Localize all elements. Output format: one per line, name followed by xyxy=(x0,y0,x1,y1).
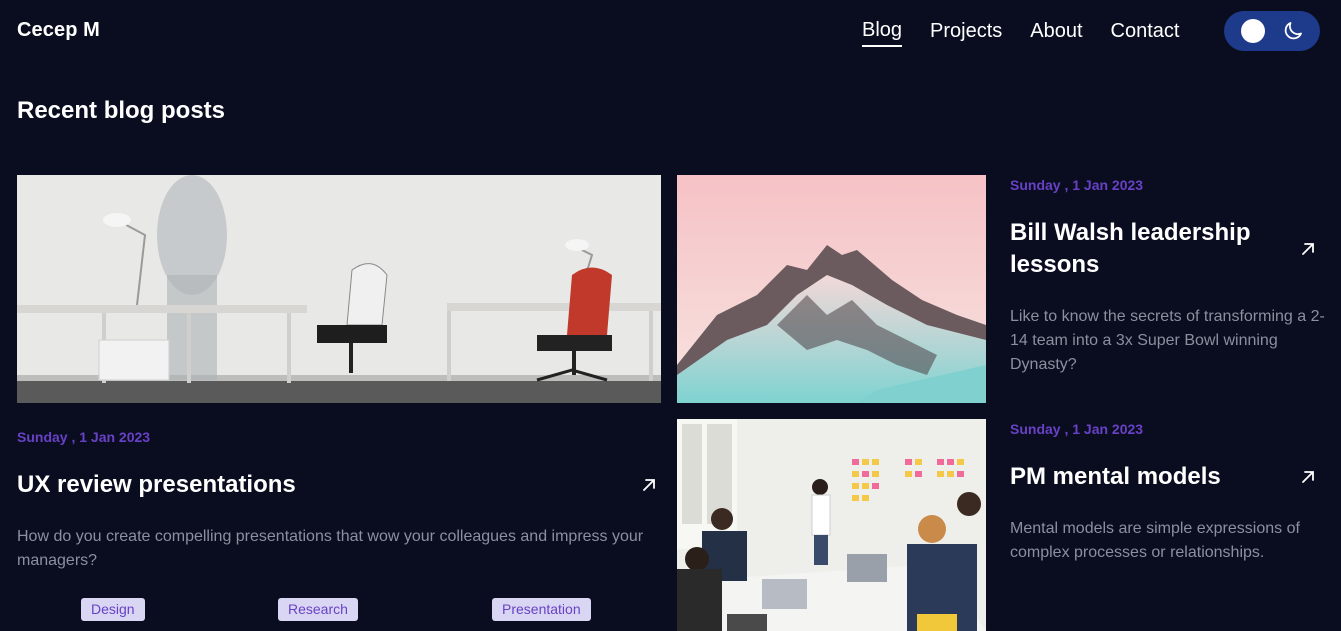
arrow-up-right-icon[interactable] xyxy=(1300,469,1316,485)
tag-design[interactable]: Design xyxy=(81,598,145,621)
post-title[interactable]: UX review presentations xyxy=(17,469,296,501)
post-image-office[interactable] xyxy=(17,175,661,403)
moon-icon xyxy=(1284,22,1302,40)
nav-blog[interactable]: Blog xyxy=(862,18,903,47)
post-excerpt: Like to know the secrets of transforming… xyxy=(1010,308,1325,373)
post-image-mountain[interactable] xyxy=(677,175,986,403)
post-image-meeting[interactable] xyxy=(677,419,986,631)
arrow-up-right-icon[interactable] xyxy=(1300,241,1316,257)
theme-toggle[interactable] xyxy=(1224,11,1320,51)
post-excerpt: Mental models are simple expressions of … xyxy=(1010,520,1300,561)
post-title[interactable]: PM mental models xyxy=(1010,461,1221,493)
post-date: Sunday , 1 Jan 2023 xyxy=(17,429,151,445)
post-title[interactable]: Bill Walsh leadership lessons xyxy=(1010,217,1290,281)
post-date: Sunday , 1 Jan 2023 xyxy=(1010,421,1144,437)
brand-logo-text[interactable]: Cecep M xyxy=(17,19,100,42)
arrow-up-right-icon[interactable] xyxy=(641,477,657,493)
page: Cecep M Blog Projects About Contact Rece… xyxy=(0,0,1341,631)
post-date: Sunday , 1 Jan 2023 xyxy=(1010,177,1144,193)
main-nav: Blog Projects About Contact xyxy=(862,18,1207,47)
nav-contact[interactable]: Contact xyxy=(1111,19,1180,46)
section-title: Recent blog posts xyxy=(17,97,226,124)
tag-presentation[interactable]: Presentation xyxy=(492,598,591,621)
nav-projects[interactable]: Projects xyxy=(930,19,1002,46)
nav-about[interactable]: About xyxy=(1030,19,1082,46)
tag-research[interactable]: Research xyxy=(278,598,358,621)
post-excerpt: How do you create compelling presentatio… xyxy=(17,528,644,569)
sun-knob-icon xyxy=(1241,19,1265,43)
